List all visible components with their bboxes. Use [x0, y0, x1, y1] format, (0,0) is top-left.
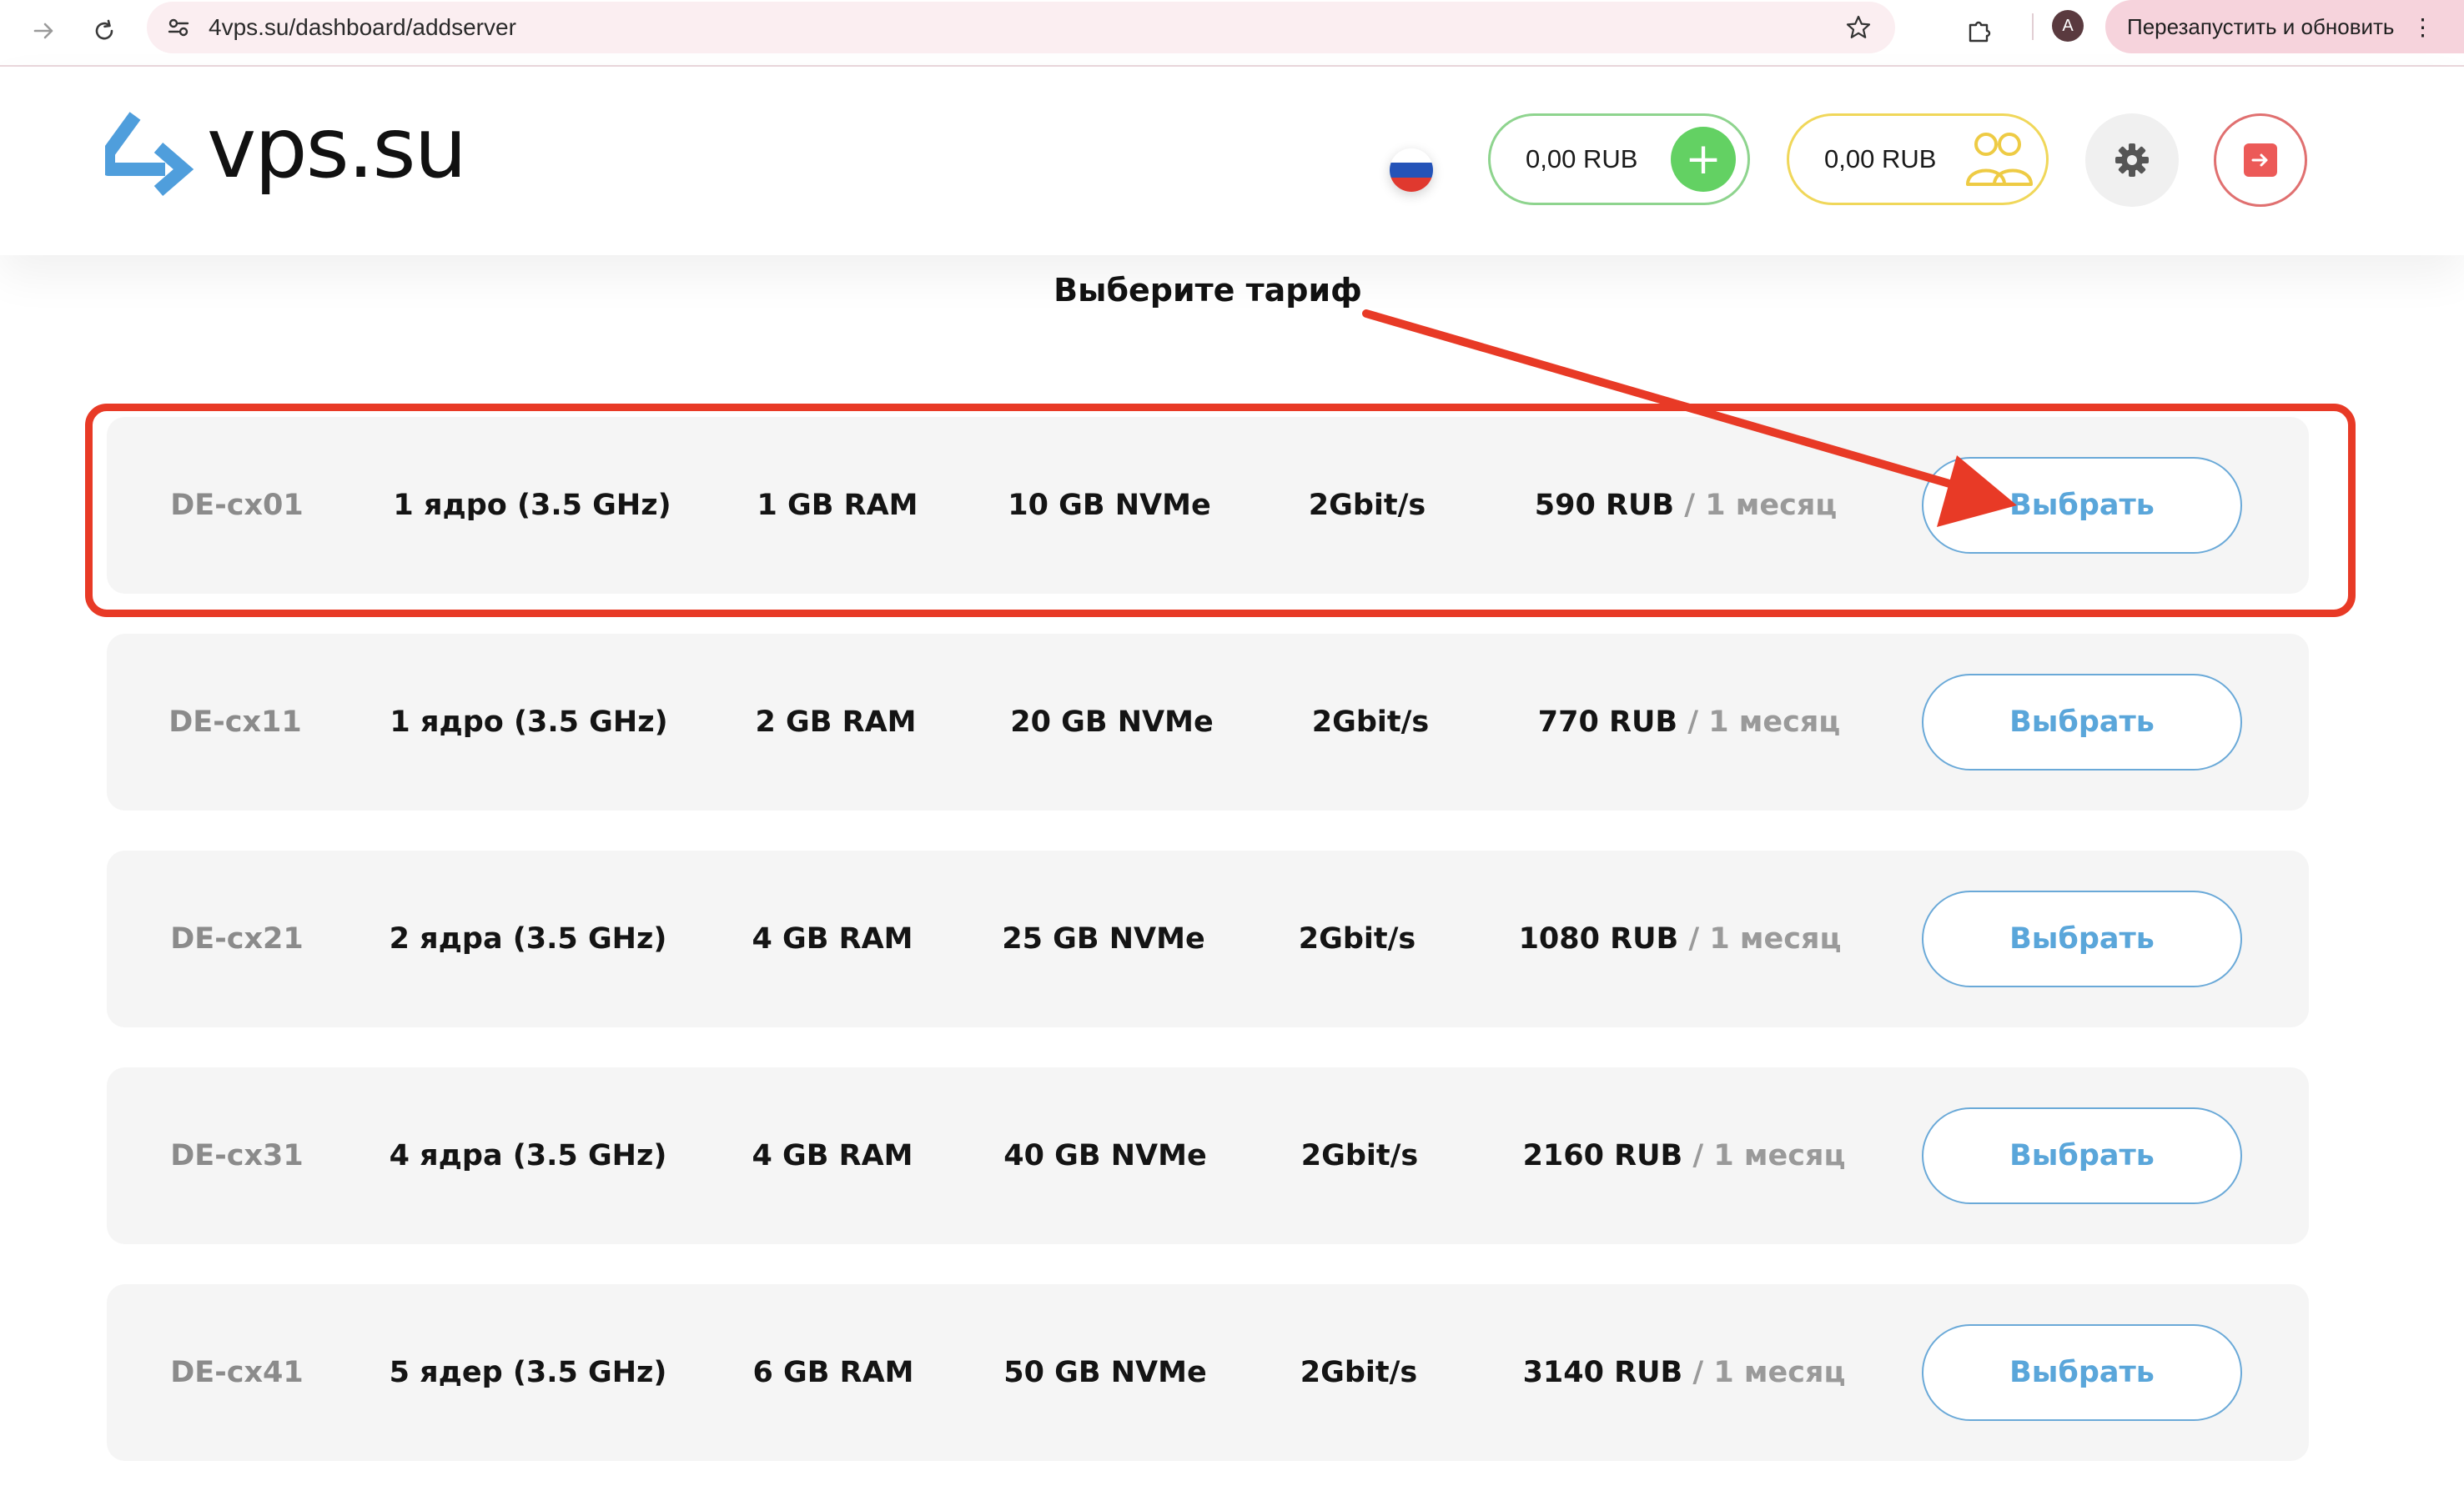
- russia-flag-icon[interactable]: [1390, 148, 1433, 192]
- people-icon[interactable]: [1961, 129, 2034, 189]
- extensions-icon[interactable]: [1959, 10, 2000, 52]
- add-funds-button[interactable]: +: [1671, 127, 1736, 192]
- tariff-network: 2Gbit/s: [1300, 1139, 1419, 1172]
- reload-icon[interactable]: [83, 10, 125, 52]
- relaunch-update-button[interactable]: Перезапустить и обновить ⋮: [2105, 0, 2464, 53]
- toolbar-divider: [2032, 13, 2034, 40]
- tariff-ram: 4 GB RAM: [752, 1139, 913, 1172]
- tariff-cpu: 2 ядра (3.5 GHz): [389, 922, 667, 956]
- tariff-disk: 50 GB NVMe: [1003, 1356, 1207, 1389]
- tariff-disk: 25 GB NVMe: [1002, 922, 1205, 956]
- site-settings-icon[interactable]: [162, 11, 195, 44]
- settings-button[interactable]: [2085, 113, 2179, 207]
- page-title: Выберите тариф: [1053, 272, 1362, 309]
- referral-balance-pill[interactable]: 0,00 RUB: [1787, 113, 2049, 205]
- tariff-price: 770 RUB / 1 месяц: [1538, 634, 1841, 811]
- browser-toolbar: 4vps.su/dashboard/addserver A Перезапуст…: [0, 0, 2464, 67]
- tariff-price-period: / 1 месяц: [1678, 922, 1842, 956]
- browser-menu-icon[interactable]: ⋮: [2411, 13, 2434, 41]
- tariff-ram: 4 GB RAM: [752, 922, 913, 956]
- site-logo[interactable]: vps.su: [105, 99, 467, 200]
- logo-arrow-icon: [105, 112, 194, 197]
- select-tariff-button[interactable]: Выбрать: [1922, 891, 2242, 987]
- tariff-disk: 20 GB NVMe: [1010, 705, 1214, 739]
- address-bar[interactable]: 4vps.su/dashboard/addserver: [147, 2, 1895, 53]
- highlight-annotation-box: [85, 404, 2356, 617]
- tariff-network: 2Gbit/s: [1300, 1356, 1418, 1389]
- tariff-disk: 40 GB NVMe: [1003, 1139, 1207, 1172]
- forward-icon[interactable]: [23, 10, 65, 52]
- tariff-ram: 6 GB RAM: [752, 1356, 914, 1389]
- tariff-row: DE-cx41 5 ядер (3.5 GHz) 6 GB RAM 50 GB …: [107, 1284, 2309, 1461]
- tariff-price-amount: 3140 RUB: [1522, 1356, 1683, 1389]
- tariff-price-amount: 770 RUB: [1537, 705, 1678, 739]
- tariff-ram: 2 GB RAM: [755, 705, 917, 739]
- tariff-code: DE-cx41: [170, 1356, 304, 1389]
- tariff-row: DE-cx11 1 ядро (3.5 GHz) 2 GB RAM 20 GB …: [107, 634, 2309, 811]
- tariff-price: 1080 RUB / 1 месяц: [1519, 851, 1842, 1027]
- settings-icon: [2115, 143, 2149, 177]
- tariff-network: 2Gbit/s: [1311, 705, 1430, 739]
- tariff-price-period: / 1 месяц: [1682, 1139, 1846, 1172]
- balance-pill: 0,00 RUB +: [1488, 113, 1750, 205]
- referral-balance-amount: 0,00 RUB: [1824, 144, 1937, 173]
- tariff-row: DE-cx21 2 ядра (3.5 GHz) 4 GB RAM 25 GB …: [107, 851, 2309, 1027]
- logout-button[interactable]: [2214, 113, 2307, 207]
- bookmark-star-icon[interactable]: [1842, 11, 1875, 44]
- select-tariff-button[interactable]: Выбрать: [1922, 674, 2242, 771]
- url-text[interactable]: 4vps.su/dashboard/addserver: [209, 2, 516, 53]
- tariff-price-amount: 1080 RUB: [1518, 922, 1679, 956]
- tariff-code: DE-cx31: [170, 1139, 304, 1172]
- tariff-cpu: 4 ядра (3.5 GHz): [389, 1139, 667, 1172]
- logo-text: vps.su: [207, 98, 467, 197]
- tariff-price: 3140 RUB / 1 месяц: [1523, 1284, 1846, 1461]
- tariff-code: DE-cx11: [168, 705, 302, 739]
- plus-icon: +: [1685, 134, 1722, 184]
- select-tariff-button[interactable]: Выбрать: [1922, 1324, 2242, 1421]
- tariff-price-amount: 2160 RUB: [1522, 1139, 1683, 1172]
- tariff-network: 2Gbit/s: [1298, 922, 1416, 956]
- tariff-price-period: / 1 месяц: [1682, 1356, 1846, 1389]
- logout-icon: [2244, 143, 2277, 177]
- tariff-row: DE-cx31 4 ядра (3.5 GHz) 4 GB RAM 40 GB …: [107, 1067, 2309, 1244]
- tariff-code: DE-cx21: [170, 922, 304, 956]
- tariff-price: 2160 RUB / 1 месяц: [1523, 1067, 1846, 1244]
- relaunch-label: Перезапустить и обновить: [2127, 13, 2395, 39]
- select-tariff-button[interactable]: Выбрать: [1922, 1107, 2242, 1204]
- tariff-cpu: 5 ядер (3.5 GHz): [389, 1356, 667, 1389]
- profile-avatar[interactable]: A: [2052, 10, 2084, 42]
- tariff-cpu: 1 ядро (3.5 GHz): [390, 705, 668, 739]
- tariff-price-period: / 1 месяц: [1677, 705, 1841, 739]
- balance-amount: 0,00 RUB: [1526, 144, 1638, 173]
